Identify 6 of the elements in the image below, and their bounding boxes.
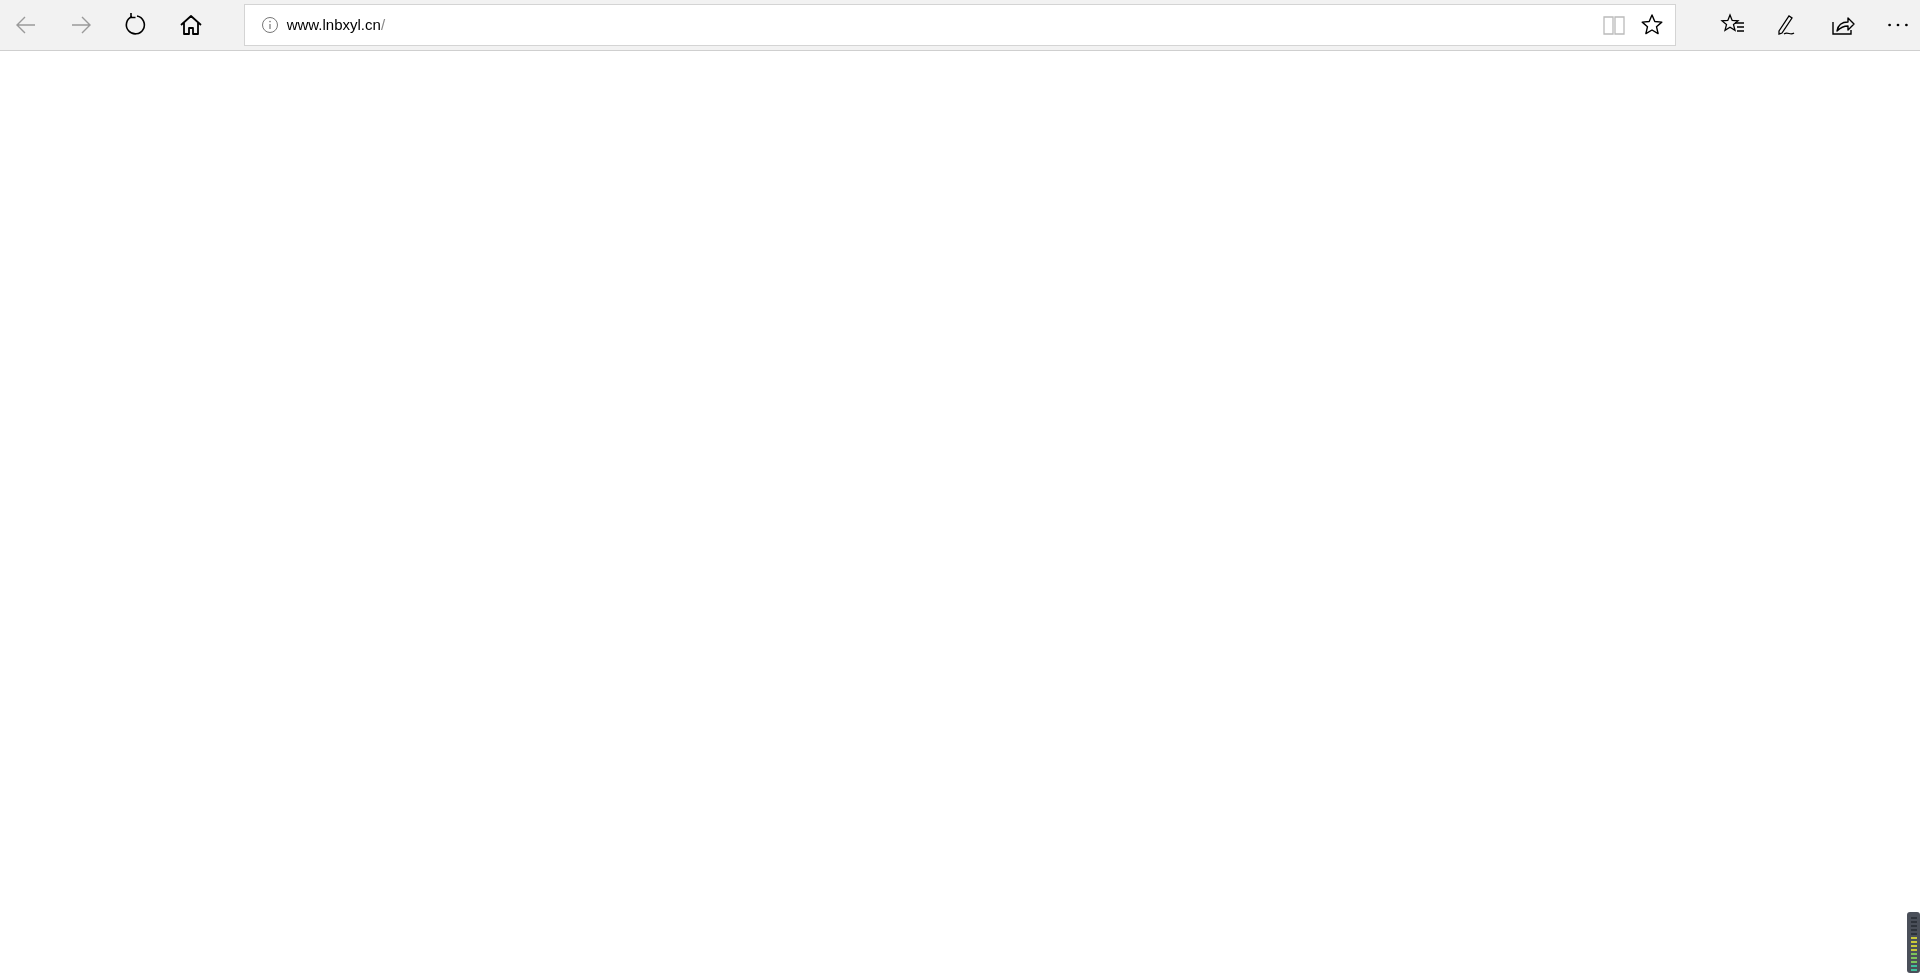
url-path: / <box>380 14 386 35</box>
more-icon <box>1888 23 1908 27</box>
info-icon <box>260 16 279 34</box>
address-bar[interactable]: www.lnbxyl.cn/ <box>243 4 1677 46</box>
level-meter-drawing <box>1906 912 1920 973</box>
url-host: www.lnbxyl.cn <box>286 14 381 35</box>
